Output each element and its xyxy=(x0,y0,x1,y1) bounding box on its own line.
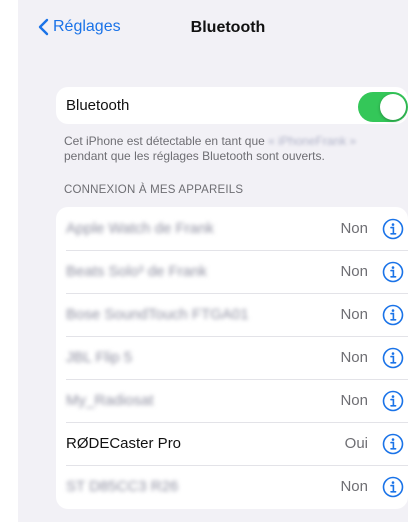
device-row[interactable]: JBL Flip 5 Non xyxy=(56,336,408,379)
device-name: JBL Flip 5 xyxy=(66,349,133,366)
device-row[interactable]: My_Radiosat Non xyxy=(56,379,408,422)
info-icon[interactable] xyxy=(382,218,404,240)
device-status: Oui xyxy=(344,435,368,452)
devices-list: Apple Watch de Frank Non Beats Solo³ de … xyxy=(56,207,408,509)
device-name: ST D85CC3 R26 xyxy=(66,478,179,495)
device-status: Non xyxy=(340,263,368,280)
switch-knob xyxy=(380,94,406,120)
device-name: My_Radiosat xyxy=(66,392,154,409)
info-icon[interactable] xyxy=(382,347,404,369)
device-status: Non xyxy=(340,478,368,495)
bluetooth-toggle-label: Bluetooth xyxy=(66,97,130,114)
page-title: Bluetooth xyxy=(190,19,266,36)
info-icon[interactable] xyxy=(382,390,404,412)
note-device-name: « iPhoneFrank » xyxy=(268,134,357,148)
device-name: Bose SoundTouch FTGA01 xyxy=(66,306,249,323)
device-status: Non xyxy=(340,392,368,409)
device-row[interactable]: ST D85CC3 R26 Non xyxy=(56,465,408,508)
discoverable-note: Cet iPhone est détectable en tant que « … xyxy=(64,134,394,164)
note-text-end: pendant que les réglages Bluetooth sont … xyxy=(64,149,325,163)
device-row[interactable]: Bose SoundTouch FTGA01 Non xyxy=(56,293,408,336)
device-name: RØDECaster Pro xyxy=(66,435,182,452)
settings-screen: Réglages Bluetooth Bluetooth Cet iPhone … xyxy=(18,0,408,522)
bluetooth-switch[interactable] xyxy=(358,92,408,122)
note-text-start: Cet iPhone est détectable en tant que xyxy=(64,134,269,148)
info-icon[interactable] xyxy=(382,261,404,283)
device-status: Non xyxy=(340,220,368,237)
device-name: Apple Watch de Frank xyxy=(66,220,214,237)
info-icon[interactable] xyxy=(382,476,404,498)
device-row[interactable]: RØDECaster Pro Oui xyxy=(56,422,408,465)
info-icon[interactable] xyxy=(382,304,404,326)
info-icon[interactable] xyxy=(382,433,404,455)
device-row[interactable]: Apple Watch de Frank Non xyxy=(56,207,408,250)
navigation-bar: Réglages Bluetooth xyxy=(18,0,408,58)
bluetooth-toggle-row: Bluetooth xyxy=(56,87,408,124)
device-name: Beats Solo³ de Frank xyxy=(66,263,207,280)
device-status: Non xyxy=(340,306,368,323)
device-status: Non xyxy=(340,349,368,366)
section-header: CONNEXION À MES APPAREILS xyxy=(64,184,244,196)
device-row[interactable]: Beats Solo³ de Frank Non xyxy=(56,250,408,293)
